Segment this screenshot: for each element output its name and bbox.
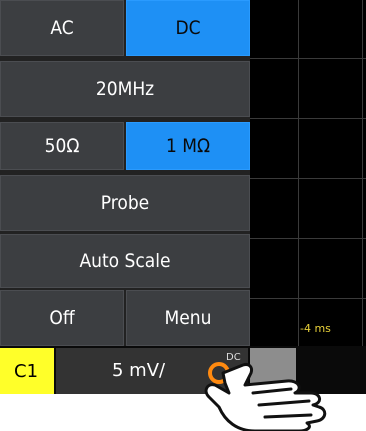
dc-coupling-button[interactable]: DC — [126, 0, 250, 56]
off-button[interactable]: Off — [0, 290, 124, 346]
oscilloscope-screen: -4 ms AC DC 20MHz 50Ω 1 MΩ Probe Auto Sc… — [0, 0, 366, 346]
impedance-50-button[interactable]: 50Ω — [0, 122, 124, 170]
pointing-hand-icon — [204, 363, 327, 431]
bandwidth-button[interactable]: 20MHz — [0, 61, 250, 117]
grid-hline — [242, 118, 366, 119]
impedance-1m-button[interactable]: 1 MΩ — [126, 122, 250, 170]
auto-scale-button[interactable]: Auto Scale — [0, 234, 250, 288]
probe-button[interactable]: Probe — [0, 175, 250, 231]
grid-hline — [242, 238, 366, 239]
time-label: -4 ms — [300, 322, 331, 335]
menu-button[interactable]: Menu — [126, 290, 250, 346]
ac-coupling-button[interactable]: AC — [0, 0, 124, 56]
grid-vline — [362, 0, 363, 346]
grid-hline — [242, 298, 366, 299]
channel-label[interactable]: C1 — [0, 348, 54, 394]
channel-menu: AC DC 20MHz 50Ω 1 MΩ Probe Auto Scale Of… — [0, 0, 250, 346]
grid-vline — [298, 0, 299, 346]
waveform-area — [242, 0, 366, 346]
grid-hline — [242, 178, 366, 179]
scale-value: 5 mV/ — [112, 360, 166, 381]
grid-hline — [242, 58, 366, 59]
